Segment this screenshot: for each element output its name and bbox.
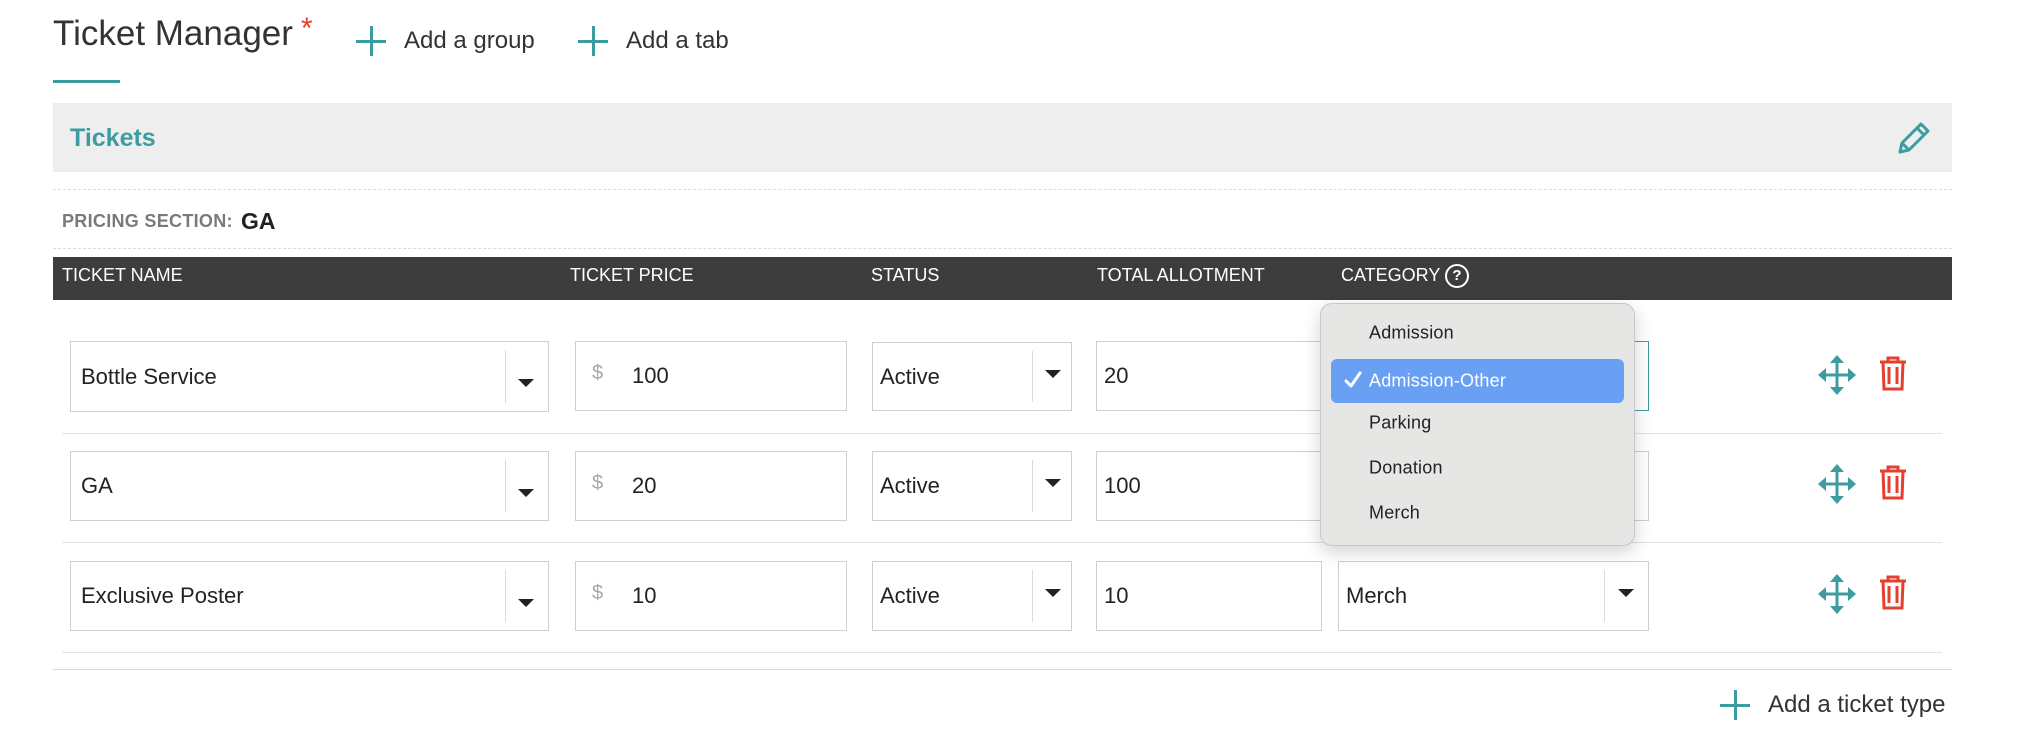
- select-separator: [505, 570, 506, 622]
- ticket-price-value: 20: [632, 473, 657, 498]
- total-allotment-value: 10: [1104, 583, 1129, 608]
- status-value: Active: [880, 473, 940, 498]
- chevron-down-icon: [1045, 589, 1061, 597]
- add-tab-button[interactable]: Add a tab: [578, 26, 729, 56]
- row-divider: [62, 652, 1942, 653]
- ticket-price-input[interactable]: $ 10: [575, 561, 847, 631]
- ticket-price-value: 100: [632, 363, 669, 388]
- total-allotment-value: 100: [1104, 473, 1141, 498]
- chevron-down-icon: [518, 379, 534, 387]
- menu-item-label: Admission-Other: [1369, 370, 1507, 391]
- chevron-down-icon: [518, 599, 534, 607]
- ticket-name-value: Bottle Service: [81, 363, 217, 389]
- menu-item-label: Donation: [1369, 457, 1443, 478]
- move-icon[interactable]: [1818, 464, 1856, 504]
- ticket-price-input[interactable]: $ 100: [575, 341, 847, 411]
- divider: [53, 248, 1952, 249]
- ticket-price-value: 10: [632, 583, 657, 608]
- group-name: Tickets: [70, 124, 156, 152]
- add-group-button[interactable]: Add a group: [356, 26, 535, 56]
- plus-icon: [578, 26, 608, 56]
- category-value: Merch: [1346, 583, 1408, 608]
- status-select[interactable]: Active: [872, 561, 1072, 631]
- add-group-label: Add a group: [404, 27, 535, 54]
- select-separator: [1604, 570, 1605, 622]
- pricing-section-label: PRICING SECTION:: [62, 211, 233, 231]
- ticket-price-input[interactable]: $ 20: [575, 451, 847, 521]
- move-icon[interactable]: [1818, 355, 1856, 395]
- trash-icon[interactable]: [1878, 574, 1916, 614]
- ticket-name-select[interactable]: GA: [70, 451, 549, 521]
- menu-item-label: Merch: [1369, 502, 1421, 523]
- table-header: [53, 257, 1952, 300]
- menu-item-admission[interactable]: Admission: [1321, 311, 1634, 355]
- status-value: Active: [880, 363, 940, 389]
- add-tab-label: Add a tab: [626, 27, 729, 54]
- ticket-name-value: Exclusive Poster: [81, 583, 244, 608]
- trash-icon[interactable]: [1878, 355, 1916, 395]
- column-header-ticket-price: TICKET PRICE: [570, 265, 694, 285]
- chevron-down-icon: [518, 489, 534, 497]
- select-separator: [505, 350, 506, 403]
- plus-icon: [356, 26, 386, 56]
- divider: [53, 189, 1952, 190]
- row-divider: [62, 542, 1942, 543]
- select-separator: [1032, 460, 1033, 512]
- help-icon[interactable]: ?: [1445, 264, 1469, 288]
- currency-symbol: $: [592, 582, 604, 605]
- chevron-down-icon: [1045, 370, 1061, 378]
- ticket-name-select[interactable]: Exclusive Poster: [70, 561, 549, 631]
- pencil-icon[interactable]: [1894, 118, 1934, 158]
- chevron-down-icon: [1045, 479, 1061, 487]
- page-title: Ticket Manager *: [53, 12, 313, 54]
- column-header-total-allotment: TOTAL ALLOTMENT: [1097, 265, 1265, 285]
- menu-item-admission-other[interactable]: Admission-Other: [1321, 359, 1634, 403]
- table-bottom-divider: [53, 669, 1952, 670]
- select-separator: [1032, 570, 1033, 622]
- menu-item-label: Parking: [1369, 412, 1432, 433]
- title-underline: [53, 80, 120, 83]
- select-separator: [1032, 351, 1033, 402]
- ticket-name-value: GA: [81, 473, 113, 498]
- group-bar: [53, 103, 1952, 172]
- menu-item-parking[interactable]: Parking: [1321, 401, 1634, 445]
- column-header-category: CATEGORY: [1341, 265, 1441, 285]
- add-ticket-type-label: Add a ticket type: [1768, 691, 1946, 718]
- checkmark-icon: [1344, 371, 1362, 388]
- select-separator: [505, 460, 506, 512]
- category-dropdown-menu: Admission Admission-Other Parking Donati…: [1320, 303, 1635, 546]
- add-ticket-type-button[interactable]: Add a ticket type: [1720, 690, 1945, 720]
- trash-icon[interactable]: [1878, 464, 1916, 504]
- plus-icon: [1720, 690, 1750, 720]
- column-header-status: STATUS: [871, 265, 940, 285]
- page-title-text: Ticket Manager: [53, 14, 293, 53]
- category-select[interactable]: Merch: [1338, 561, 1649, 631]
- total-allotment-input[interactable]: 10: [1096, 561, 1322, 631]
- menu-item-label: Admission: [1369, 322, 1454, 343]
- column-header-ticket-name: TICKET NAME: [62, 265, 183, 285]
- chevron-down-icon: [1618, 589, 1634, 597]
- currency-symbol: $: [592, 362, 604, 385]
- menu-item-donation[interactable]: Donation: [1321, 446, 1634, 490]
- total-allotment-input[interactable]: 20: [1096, 341, 1322, 411]
- total-allotment-value: 20: [1104, 363, 1129, 388]
- total-allotment-input[interactable]: 100: [1096, 451, 1322, 521]
- move-icon[interactable]: [1818, 574, 1856, 614]
- status-value: Active: [880, 583, 940, 608]
- required-mark: *: [300, 12, 313, 45]
- status-select[interactable]: Active: [872, 342, 1072, 411]
- status-select[interactable]: Active: [872, 451, 1072, 521]
- ticket-name-select[interactable]: Bottle Service: [70, 341, 549, 412]
- row-divider: [62, 433, 1942, 434]
- menu-item-merch[interactable]: Merch: [1321, 491, 1634, 535]
- pricing-section-value: GA: [241, 208, 276, 234]
- currency-symbol: $: [592, 472, 604, 495]
